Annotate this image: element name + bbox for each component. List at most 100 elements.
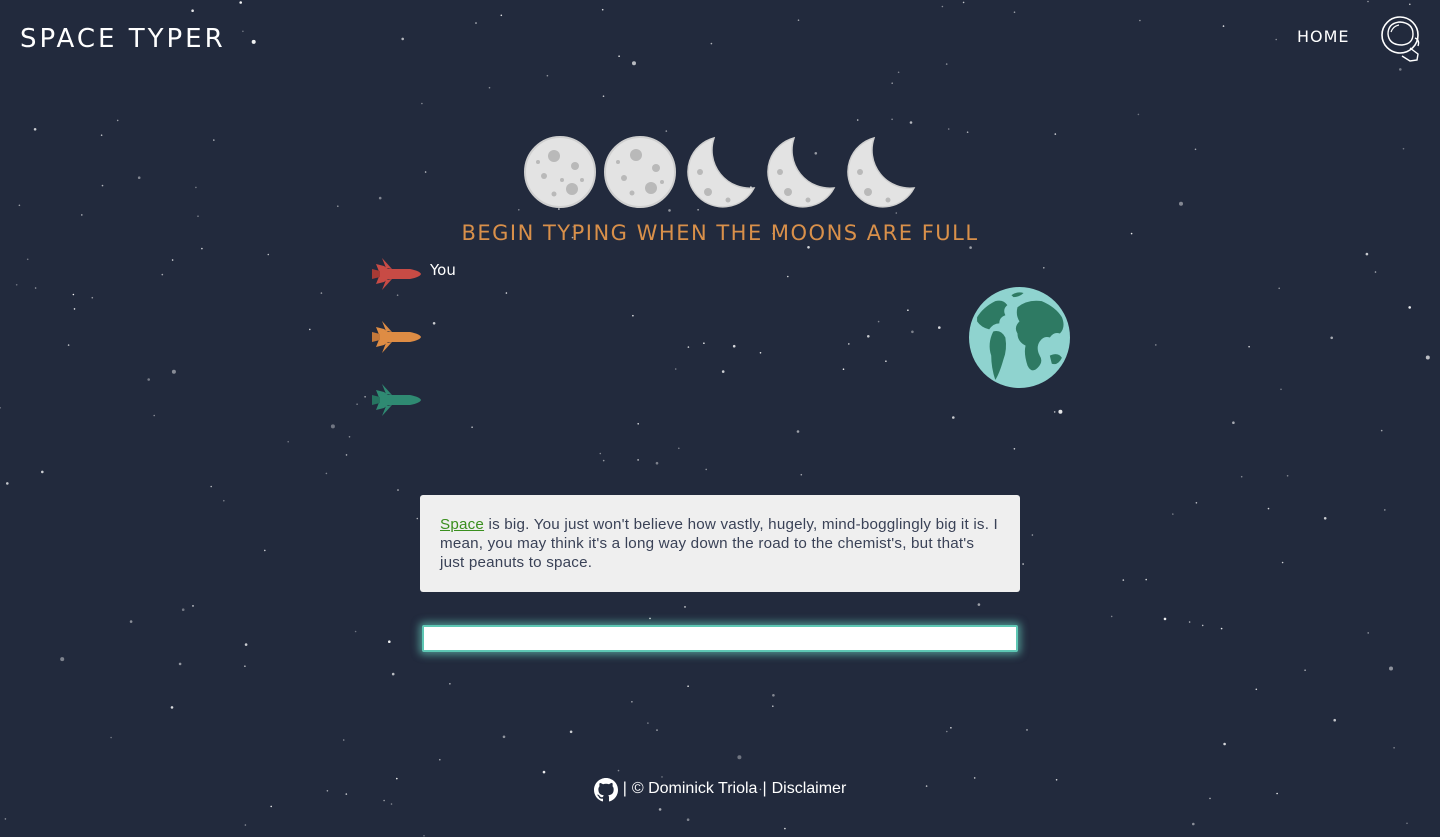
star <box>1393 747 1395 749</box>
star <box>895 212 898 214</box>
star <box>1013 448 1016 450</box>
star <box>885 360 887 363</box>
star <box>356 403 358 406</box>
nav-home-link[interactable]: HOME <box>1297 27 1350 46</box>
starfield-background <box>0 0 1430 837</box>
star <box>1389 666 1393 671</box>
star <box>867 335 870 338</box>
star <box>658 808 662 811</box>
star <box>656 729 658 731</box>
star <box>647 722 649 724</box>
star <box>100 134 103 136</box>
star <box>505 292 508 294</box>
star <box>569 730 573 734</box>
star <box>710 42 713 45</box>
github-icon[interactable] <box>593 778 618 802</box>
star <box>178 662 182 666</box>
star <box>1240 475 1243 478</box>
star <box>33 128 37 131</box>
star <box>1399 68 1402 71</box>
star <box>161 273 164 276</box>
star <box>287 440 290 443</box>
star <box>15 284 18 286</box>
star <box>1163 617 1167 621</box>
star <box>1013 11 1016 13</box>
star <box>401 37 405 41</box>
star <box>391 672 395 676</box>
star <box>891 118 893 121</box>
star <box>364 396 366 398</box>
star <box>4 818 7 820</box>
star <box>684 606 686 608</box>
star <box>475 22 477 24</box>
opponent-rocket-icon <box>372 321 421 353</box>
disclaimer-link[interactable]: Disclaimer <box>772 780 847 798</box>
star <box>637 459 639 461</box>
star <box>1278 287 1280 290</box>
star <box>602 459 605 462</box>
star <box>239 1 242 4</box>
star <box>807 246 810 249</box>
current-word: Space <box>440 516 485 533</box>
star <box>705 468 707 471</box>
star <box>737 755 742 760</box>
star <box>421 102 423 105</box>
star <box>502 735 506 739</box>
star <box>897 71 900 74</box>
footer-separator: | <box>762 780 767 797</box>
player-rocket-icon <box>372 258 421 290</box>
star <box>784 827 786 830</box>
star <box>1333 718 1336 722</box>
app-logo: SPACE TYPER <box>20 24 226 54</box>
star <box>147 378 150 381</box>
star <box>1179 201 1183 206</box>
star <box>67 344 70 346</box>
star <box>1409 3 1411 6</box>
star <box>244 643 248 646</box>
star <box>1194 148 1197 151</box>
star <box>309 328 311 331</box>
crescent-moon-icon <box>767 136 836 208</box>
star <box>759 352 762 354</box>
typing-input[interactable] <box>422 625 1018 652</box>
star <box>423 835 425 837</box>
star <box>938 326 941 329</box>
star <box>500 14 503 17</box>
star <box>969 246 972 249</box>
star <box>848 343 850 345</box>
star <box>1192 822 1195 826</box>
star <box>242 30 244 33</box>
star <box>772 694 775 697</box>
star <box>977 603 981 606</box>
star <box>687 346 690 348</box>
star <box>1155 344 1157 346</box>
star <box>1304 669 1306 671</box>
star <box>1255 688 1258 691</box>
star <box>1380 429 1383 432</box>
star <box>1022 563 1024 565</box>
star <box>424 171 427 173</box>
astronaut-helmet-icon[interactable] <box>1380 14 1422 64</box>
quote-remaining-text: is big. You just won't believe how vastl… <box>440 516 998 571</box>
star <box>181 608 185 611</box>
star <box>337 205 339 207</box>
star <box>772 705 774 707</box>
star <box>947 128 950 130</box>
star <box>1281 561 1284 564</box>
star <box>1058 409 1063 414</box>
star <box>171 369 176 374</box>
star <box>330 424 335 429</box>
star <box>244 665 246 667</box>
star <box>1232 421 1235 425</box>
star <box>1248 345 1250 348</box>
star <box>1280 388 1282 391</box>
star <box>1323 517 1327 520</box>
star <box>1053 411 1056 413</box>
star <box>129 620 133 623</box>
star <box>1365 252 1369 256</box>
star <box>18 204 21 207</box>
author-link[interactable]: © Dominick Triola <box>632 780 758 798</box>
star <box>1402 147 1405 150</box>
footer: | © Dominick Triola | Disclaimer <box>0 776 1440 802</box>
moon-countdown <box>520 132 920 212</box>
